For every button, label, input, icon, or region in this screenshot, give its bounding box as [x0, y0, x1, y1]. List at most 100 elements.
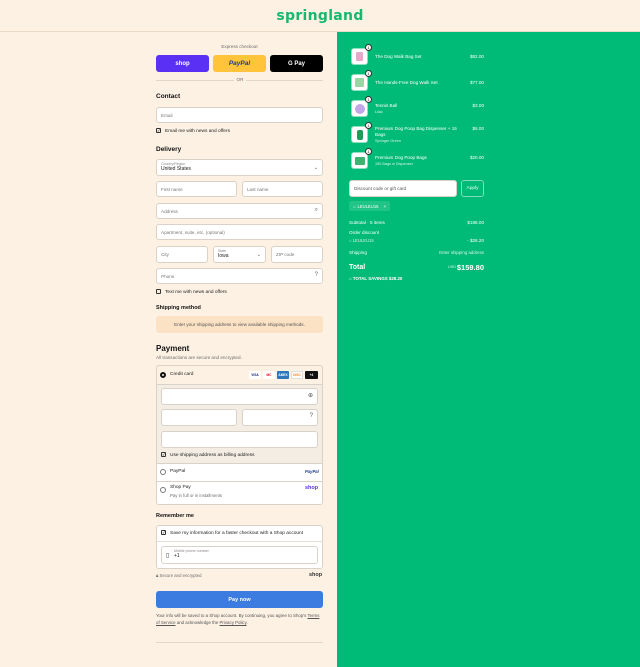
help-icon[interactable]: ?: [315, 272, 318, 278]
item-price: $20.00: [469, 155, 484, 160]
email-field[interactable]: Email: [156, 107, 323, 123]
chevron-down-icon: ⌄: [256, 252, 261, 258]
email-news-checkbox[interactable]: Email me with news and offers: [156, 128, 230, 134]
pay-now-button[interactable]: Pay now: [156, 591, 323, 608]
shop-pay-radio[interactable]: [160, 487, 166, 493]
divider: [156, 463, 323, 464]
country-select[interactable]: Country/Region United States ⌄: [156, 159, 323, 176]
item-price: $6.00: [472, 126, 485, 131]
secure-label: 🔒︎ Secure and encrypted: [156, 573, 202, 578]
remember-me-heading: Remember me: [156, 513, 194, 519]
shop-pay-express-button[interactable]: shop: [156, 55, 209, 72]
zip-field[interactable]: ZIP code: [271, 246, 323, 263]
paypal-express-button[interactable]: PayPal: [213, 55, 266, 72]
bag-icon: [356, 52, 363, 61]
subtotal-value: $188.00: [467, 220, 484, 225]
address-field[interactable]: Address ⌕: [156, 203, 323, 219]
total-value: $159.80: [456, 263, 484, 272]
quantity-badge: 1: [365, 148, 372, 155]
payment-heading: Payment: [156, 344, 190, 353]
email-news-label: Email me with news and offers: [165, 128, 230, 134]
card-number-field[interactable]: ⊕: [161, 388, 318, 405]
paypal-radio[interactable]: [160, 469, 166, 475]
state-select[interactable]: State Iowa ⌄: [213, 246, 266, 263]
first-name-field[interactable]: First name: [156, 181, 237, 197]
shipping-label: Shipping: [349, 250, 367, 255]
google-pay-button[interactable]: G Pay: [270, 55, 323, 72]
item-name: Tennis Ball: [375, 103, 398, 108]
visa-icon: VISA: [249, 371, 261, 379]
divider: [156, 481, 323, 482]
billing-same-label: Use shipping address as billing address: [170, 452, 255, 458]
product-thumbnail: [351, 48, 368, 65]
checkbox-icon[interactable]: [161, 452, 166, 457]
paypal-label: PayPal: [170, 469, 186, 474]
billing-same-checkbox[interactable]: Use shipping address as billing address: [161, 452, 255, 458]
contact-heading: Contact: [156, 93, 181, 100]
discover-icon: DISC: [291, 371, 303, 379]
phone-field[interactable]: Phone ?: [156, 268, 323, 284]
discount-code-label: ⌂ LEULEU15: [349, 238, 374, 243]
shop-logo: shop: [309, 572, 323, 578]
text-news-checkbox[interactable]: Text me with news and offers: [156, 289, 227, 295]
last-name-field[interactable]: Last name: [242, 181, 323, 197]
quantity-badge: 1: [365, 122, 372, 129]
checkbox-icon[interactable]: [161, 530, 166, 535]
shipping-method-heading: Shipping method: [156, 305, 201, 311]
mobile-value: +1: [174, 553, 180, 559]
name-on-card-field[interactable]: [161, 431, 318, 448]
mobile-phone-field[interactable]: ▯ Mobile phone number +1: [161, 546, 318, 564]
address-placeholder: Address: [161, 208, 178, 214]
checkbox-icon[interactable]: [156, 289, 161, 294]
credit-card-radio[interactable]: [160, 372, 166, 378]
chevron-down-icon: ⌄: [313, 165, 318, 171]
item-variant: Lilac: [375, 110, 383, 114]
item-name: The Dog Walk Bag Set: [375, 54, 422, 59]
legal-text: Your info will be saved to a Shop accoun…: [156, 613, 320, 625]
mastercard-icon: MC: [263, 371, 275, 379]
privacy-link[interactable]: Privacy Policy: [220, 620, 247, 625]
order-discount-label: Order discount: [349, 230, 380, 235]
bag-icon: [355, 78, 364, 87]
quantity-badge: 1: [365, 96, 372, 103]
save-info-label: Save my information for a faster checkou…: [170, 530, 304, 536]
quantity-badge: 1: [365, 70, 372, 77]
express-checkout-label: Express checkout: [221, 44, 258, 49]
item-variant: 150 Bags w Dispenser: [375, 162, 413, 166]
shop-pay-label: Shop Pay: [170, 485, 191, 490]
help-icon[interactable]: ?: [310, 413, 313, 419]
item-name: The Hands-Free Dog Walk Set: [375, 80, 438, 85]
delivery-heading: Delivery: [156, 146, 182, 153]
product-thumbnail: [351, 100, 368, 117]
phone-icon: ▯: [166, 553, 170, 559]
item-variant: Springer Green: [375, 139, 401, 143]
header: springland: [0, 0, 640, 32]
close-icon[interactable]: ×: [383, 204, 385, 209]
apply-button[interactable]: Apply: [461, 180, 484, 197]
discount-code-field[interactable]: Discount code or gift card: [349, 180, 457, 197]
checkbox-icon[interactable]: [156, 128, 161, 133]
city-field[interactable]: City: [156, 246, 208, 263]
shipping-value: Enter shipping address: [439, 250, 484, 255]
credit-card-label: Credit card: [170, 372, 194, 377]
apartment-field[interactable]: Apartment, suite, etc. (optional): [156, 224, 323, 240]
paypal-logo: PayPal: [305, 469, 319, 474]
expiry-field[interactable]: [161, 409, 237, 426]
dispenser-icon: [356, 129, 363, 140]
search-icon: ⌕: [314, 207, 318, 213]
or-label: OR: [234, 77, 246, 82]
item-price: $77.00: [469, 80, 484, 85]
security-code-field[interactable]: ?: [242, 409, 318, 426]
item-name: Premium Dog Poop Bags: [375, 155, 427, 160]
ball-icon: [354, 103, 365, 114]
shop-pay-sublabel: Pay in full or in installments: [170, 493, 223, 498]
total-label: Total: [349, 264, 366, 271]
product-thumbnail: [351, 152, 368, 169]
discount-value: - $28.20: [467, 238, 484, 243]
product-thumbnail: [351, 126, 368, 143]
product-thumbnail: [351, 74, 368, 91]
brand-logo[interactable]: springland: [276, 8, 363, 24]
save-info-checkbox[interactable]: Save my information for a faster checkou…: [161, 530, 303, 536]
more-cards-badge: +4: [305, 371, 318, 379]
quantity-badge: 1: [365, 44, 372, 51]
